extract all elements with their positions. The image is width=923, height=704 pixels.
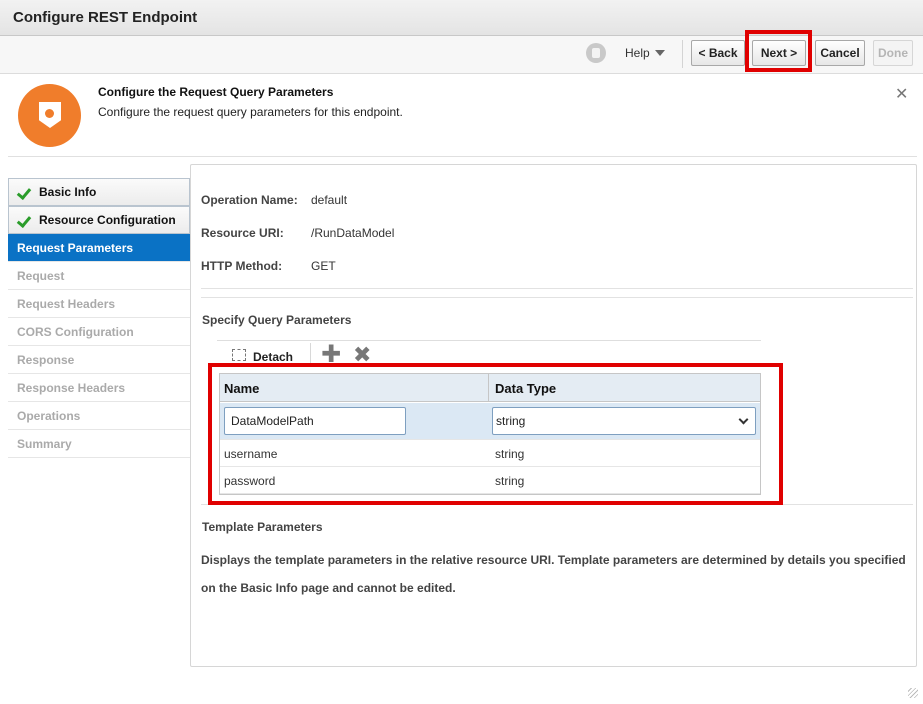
chevron-down-icon[interactable] — [655, 50, 665, 56]
divider — [201, 288, 913, 289]
resource-uri-value: /RunDataModel — [311, 226, 395, 240]
nav-item-label: CORS Configuration — [17, 324, 134, 339]
nav-item-response-headers: Response Headers — [8, 374, 190, 402]
detach-button[interactable]: Detach — [253, 350, 293, 364]
template-params-title: Template Parameters — [202, 520, 323, 534]
http-method-value: GET — [311, 259, 336, 273]
resize-grip-icon[interactable] — [908, 688, 918, 698]
nav-item-label: Request — [17, 268, 65, 283]
checkmark-icon — [18, 213, 34, 227]
resource-uri-label: Resource URI: — [201, 226, 284, 240]
nav-item-resource-configuration[interactable]: Resource Configuration — [8, 206, 190, 234]
wizard-nav: Basic Info Resource Configuration Reques… — [8, 178, 190, 458]
template-params-description-line2: on the Basic Info page and cannot be edi… — [201, 581, 456, 595]
help-icon[interactable] — [586, 43, 606, 63]
nav-item-label: Request Headers — [17, 296, 116, 311]
table-highlight-box — [208, 363, 783, 505]
nav-item-label: Request Parameters — [17, 240, 134, 255]
nav-item-request: Request — [8, 262, 190, 290]
page-subtitle: Configure the request query parameters f… — [98, 105, 403, 119]
query-params-title: Specify Query Parameters — [202, 313, 352, 327]
nav-item-operations: Operations — [8, 402, 190, 430]
page-header: Configure the Request Query Parameters C… — [8, 74, 917, 157]
operation-name-value: default — [311, 193, 348, 207]
nav-item-request-parameters[interactable]: Request Parameters — [8, 234, 190, 262]
toolbar-divider — [682, 40, 683, 68]
nav-item-label: Resource Configuration — [39, 213, 176, 227]
checkmark-icon — [18, 185, 34, 199]
nav-item-label: Operations — [17, 408, 81, 423]
detach-icon[interactable] — [232, 349, 246, 361]
nav-item-label: Response — [17, 352, 75, 367]
page-title: Configure the Request Query Parameters — [98, 85, 334, 99]
next-highlight-box — [745, 30, 812, 72]
request-parameters-icon — [18, 84, 81, 147]
cancel-button[interactable]: Cancel — [815, 40, 865, 66]
nav-item-response: Response — [8, 346, 190, 374]
window-title: Configure REST Endpoint — [13, 9, 198, 26]
nav-item-summary: Summary — [8, 430, 190, 458]
close-icon[interactable]: ✕ — [895, 84, 908, 104]
done-button[interactable]: Done — [873, 40, 913, 66]
nav-item-label: Summary — [17, 436, 72, 451]
operation-name-label: Operation Name: — [201, 193, 298, 207]
nav-item-cors-configuration: CORS Configuration — [8, 318, 190, 346]
flag-dot — [45, 109, 54, 118]
nav-item-label: Response Headers — [17, 380, 126, 395]
help-menu-label[interactable]: Help — [625, 46, 650, 60]
http-method-label: HTTP Method: — [201, 259, 283, 273]
nav-item-label: Basic Info — [39, 185, 97, 199]
nav-item-basic-info[interactable]: Basic Info — [8, 178, 190, 206]
nav-item-request-headers: Request Headers — [8, 290, 190, 318]
back-button[interactable]: < Back — [691, 40, 745, 66]
divider — [201, 297, 913, 298]
template-params-description-line1: Displays the template parameters in the … — [201, 553, 906, 567]
